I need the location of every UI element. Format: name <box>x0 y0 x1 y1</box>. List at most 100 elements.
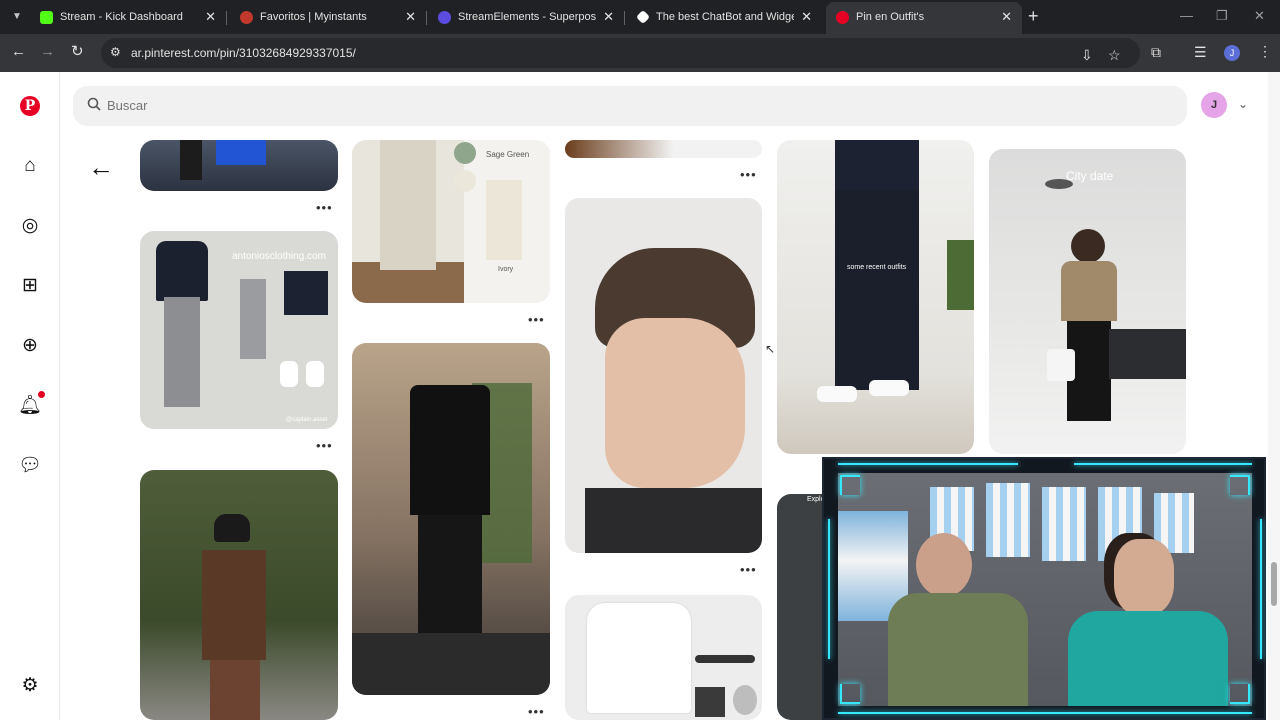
search-bar[interactable]: Buscar <box>73 86 1187 126</box>
close-tab-icon[interactable]: ✕ <box>801 2 812 32</box>
tab-title: The best ChatBot and Widgets <box>656 11 794 23</box>
bookmark-star-icon[interactable]: ☆ <box>1108 47 1121 64</box>
close-window-icon[interactable]: ✕ <box>1254 8 1265 24</box>
address-bar[interactable]: ⚙ ar.pinterest.com/pin/310326849293370​1… <box>101 38 1140 68</box>
close-tab-icon[interactable]: ✕ <box>405 2 416 32</box>
media-controls-icon[interactable]: ☰ <box>1194 44 1207 61</box>
install-app-icon[interactable]: ⇩ <box>1081 47 1093 64</box>
pin-overlay-text: antoniosclothing.com <box>232 251 326 262</box>
pin-card[interactable]: City date <box>989 149 1186 454</box>
pin-card[interactable] <box>565 140 762 158</box>
tab-kick-dashboard[interactable]: Stream - Kick Dashboard ✕ <box>30 2 227 34</box>
create-plus-icon[interactable]: ⊕ <box>18 334 42 358</box>
reload-icon[interactable]: ↻ <box>71 43 84 61</box>
page-scrollbar-thumb[interactable] <box>1271 562 1277 606</box>
pin-card[interactable] <box>565 595 762 720</box>
tab-separator <box>624 11 625 25</box>
pin-image-ivory-trousers <box>486 180 522 260</box>
pin-more-options-icon[interactable]: ••• <box>316 200 333 215</box>
streamer-left-head <box>916 533 972 597</box>
pin-image-tshirt <box>585 488 762 553</box>
pinterest-page: P ⌂ ◎ ⊞ ⊕ 🔔︎ 💬︎ ⚙ Buscar J ⌄ ← ••• anton… <box>0 72 1280 720</box>
pin-card[interactable] <box>565 198 762 553</box>
settings-gear-icon[interactable]: ⚙ <box>18 674 42 698</box>
site-info-icon[interactable]: ⚙ <box>110 45 121 59</box>
streamer-right-head <box>1114 539 1174 615</box>
address-url[interactable]: ar.pinterest.com/pin/310326849293370​15/ <box>131 46 356 60</box>
pinterest-favicon-icon <box>836 11 849 24</box>
pinterest-logo-icon[interactable]: P <box>20 96 40 116</box>
close-tab-icon[interactable]: ✕ <box>205 2 216 32</box>
notification-badge <box>38 391 45 398</box>
pin-image-shirt <box>410 385 490 515</box>
overlay-neon-border <box>828 519 830 659</box>
close-tab-icon[interactable]: ✕ <box>1001 2 1012 32</box>
pin-more-options-icon[interactable]: ••• <box>528 312 545 327</box>
streamer-left-shirt <box>888 593 1028 706</box>
myinstants-favicon-icon <box>240 11 253 24</box>
pin-more-options-icon[interactable]: ••• <box>740 167 757 182</box>
pin-image-jacket <box>202 550 266 660</box>
tab-separator <box>426 11 427 25</box>
pin-image-shirt <box>156 241 208 301</box>
page-scrollbar[interactable] <box>1268 72 1280 720</box>
pin-overlay-text: some recent outfits <box>847 264 907 271</box>
tab-pinterest-outfits[interactable]: Pin en Outfit's ✕ <box>826 2 1022 34</box>
browser-profile-avatar[interactable]: J <box>1224 45 1240 61</box>
tab-chatbot-widgets[interactable]: The best ChatBot and Widgets ✕ <box>626 2 822 34</box>
pin-card[interactable] <box>352 343 550 695</box>
overlay-corner-bracket <box>840 684 860 704</box>
mouse-cursor-icon: ↖ <box>765 342 776 356</box>
account-chevron-down-icon[interactable]: ⌄ <box>1238 97 1248 111</box>
pin-more-options-icon[interactable]: ••• <box>740 562 757 577</box>
close-tab-icon[interactable]: ✕ <box>603 2 614 32</box>
tab-myinstants[interactable]: Favoritos | Myinstants ✕ <box>230 2 427 34</box>
forward-icon[interactable]: → <box>40 43 55 61</box>
pin-image-sneaker <box>869 380 909 396</box>
minimize-icon[interactable]: — <box>1180 8 1193 23</box>
pin-credit-text: @captain.asset <box>286 417 328 423</box>
overlay-corner-bracket <box>1230 475 1250 495</box>
jersey-frame <box>1042 487 1086 561</box>
webcam-overlay <box>822 457 1266 720</box>
maximize-icon[interactable]: ❐ <box>1216 8 1228 24</box>
extensions-icon[interactable]: ⧉ <box>1151 44 1161 61</box>
pin-image-knit-polo <box>1061 261 1117 321</box>
overlay-neon-border <box>838 712 1252 714</box>
user-avatar[interactable]: J <box>1201 92 1227 118</box>
pin-image-wallet <box>695 687 725 717</box>
pin-image-face <box>605 318 745 488</box>
pin-card[interactable]: antoniosclothing.com @captain.asset <box>140 231 338 429</box>
back-arrow-icon[interactable]: ← <box>88 154 114 180</box>
pin-image-figure <box>180 140 202 180</box>
tab-title: StreamElements - Superposicion <box>458 11 596 23</box>
pin-image-sneaker <box>306 361 324 387</box>
browser-menu-icon[interactable]: ⋮ <box>1258 43 1272 60</box>
pin-overlay-text: City date <box>1066 169 1114 183</box>
back-icon[interactable]: ← <box>11 43 26 61</box>
messages-icon[interactable]: 💬︎ <box>18 454 42 478</box>
pin-more-options-icon[interactable]: ••• <box>528 704 545 719</box>
tab-streamelements[interactable]: StreamElements - Superposicion ✕ <box>428 2 625 34</box>
pin-more-options-icon[interactable]: ••• <box>316 438 333 453</box>
boards-icon[interactable]: ⊞ <box>18 274 42 298</box>
explore-compass-icon[interactable]: ◎ <box>18 214 42 238</box>
tab-separator <box>226 11 227 25</box>
pin-card[interactable] <box>140 470 338 720</box>
search-icon <box>87 97 101 111</box>
pin-card[interactable] <box>140 140 338 191</box>
pin-image-pants <box>210 660 260 720</box>
tab-search-icon[interactable]: ▼ <box>8 8 26 26</box>
pin-image-sneaker <box>817 386 857 402</box>
pin-card[interactable]: Sage Green Ivory <box>352 140 550 303</box>
browser-toolbar: ← → ↻ ⚙ ar.pinterest.com/pin/31032684929… <box>0 34 1280 72</box>
pin-card[interactable]: some recent outfits <box>777 140 974 454</box>
notifications-bell-icon[interactable]: 🔔︎ <box>18 394 42 418</box>
pin-image-trousers <box>380 140 436 270</box>
pin-image-plant <box>947 240 974 310</box>
new-tab-button[interactable]: + <box>1028 6 1039 26</box>
pin-image-sneaker <box>280 361 298 387</box>
home-icon[interactable]: ⌂ <box>18 154 42 178</box>
overlay-neon-border <box>1260 519 1262 659</box>
overlay-neon-border <box>838 463 1018 465</box>
